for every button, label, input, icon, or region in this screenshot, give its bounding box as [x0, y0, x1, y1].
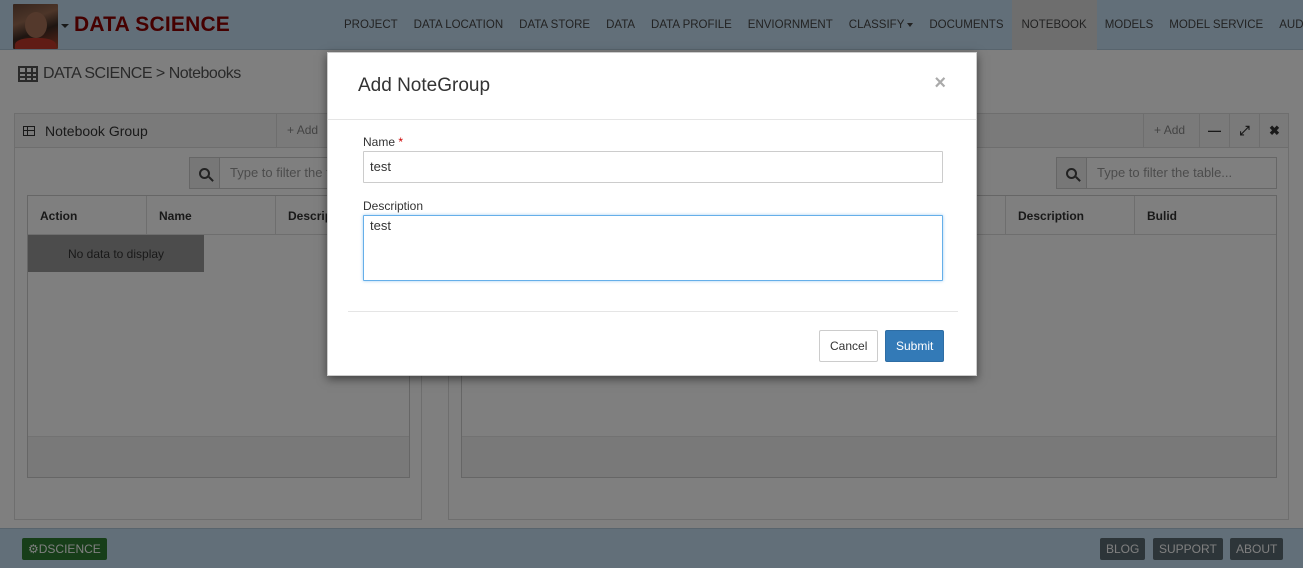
- required-marker: *: [398, 135, 404, 149]
- name-field[interactable]: test: [363, 151, 943, 183]
- add-notegroup-dialog: Add NoteGroup × Name * test Description …: [327, 52, 977, 376]
- close-icon[interactable]: ×: [934, 73, 946, 93]
- submit-button[interactable]: Submit: [885, 330, 945, 362]
- description-field[interactable]: test: [363, 215, 943, 281]
- description-label: Description: [363, 199, 424, 213]
- divider: [328, 119, 976, 120]
- name-label: Name *: [363, 135, 403, 149]
- name-label-text: Name: [363, 135, 396, 149]
- divider: [348, 311, 958, 312]
- cancel-button[interactable]: Cancel: [819, 330, 879, 362]
- dialog-title: Add NoteGroup: [358, 75, 491, 96]
